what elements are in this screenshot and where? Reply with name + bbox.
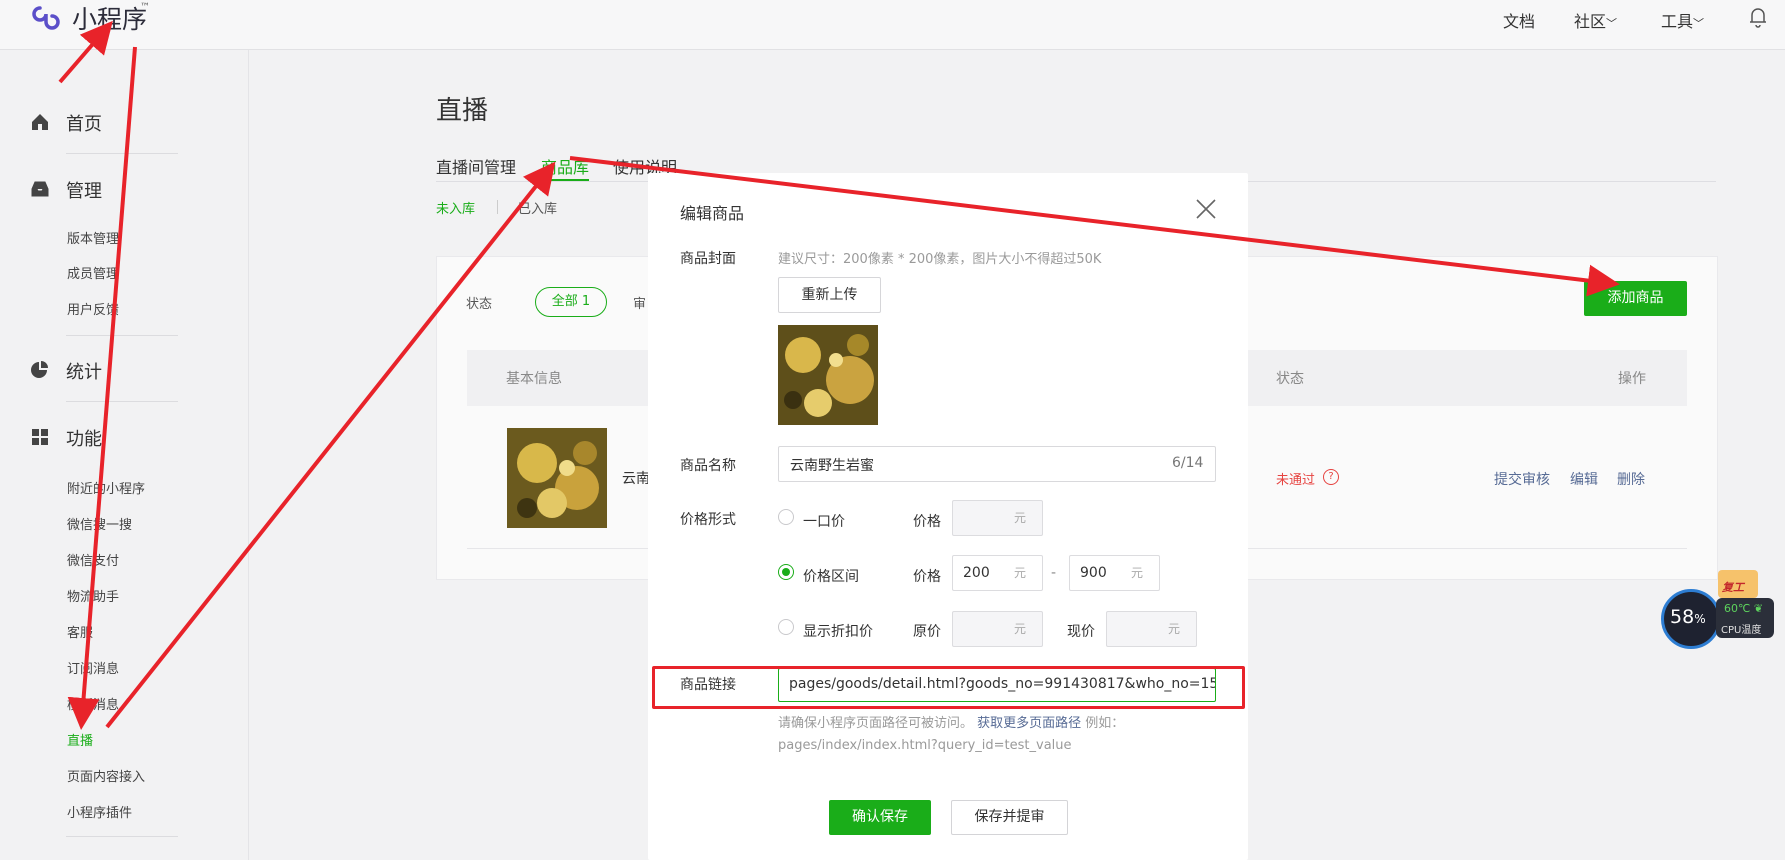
annotation-arrows	[58, 20, 1620, 730]
annotation-arrow	[58, 20, 113, 84]
annotation-arrow	[569, 156, 1620, 297]
annotation-arrow	[67, 46, 137, 730]
annotation-arrow	[105, 161, 556, 729]
